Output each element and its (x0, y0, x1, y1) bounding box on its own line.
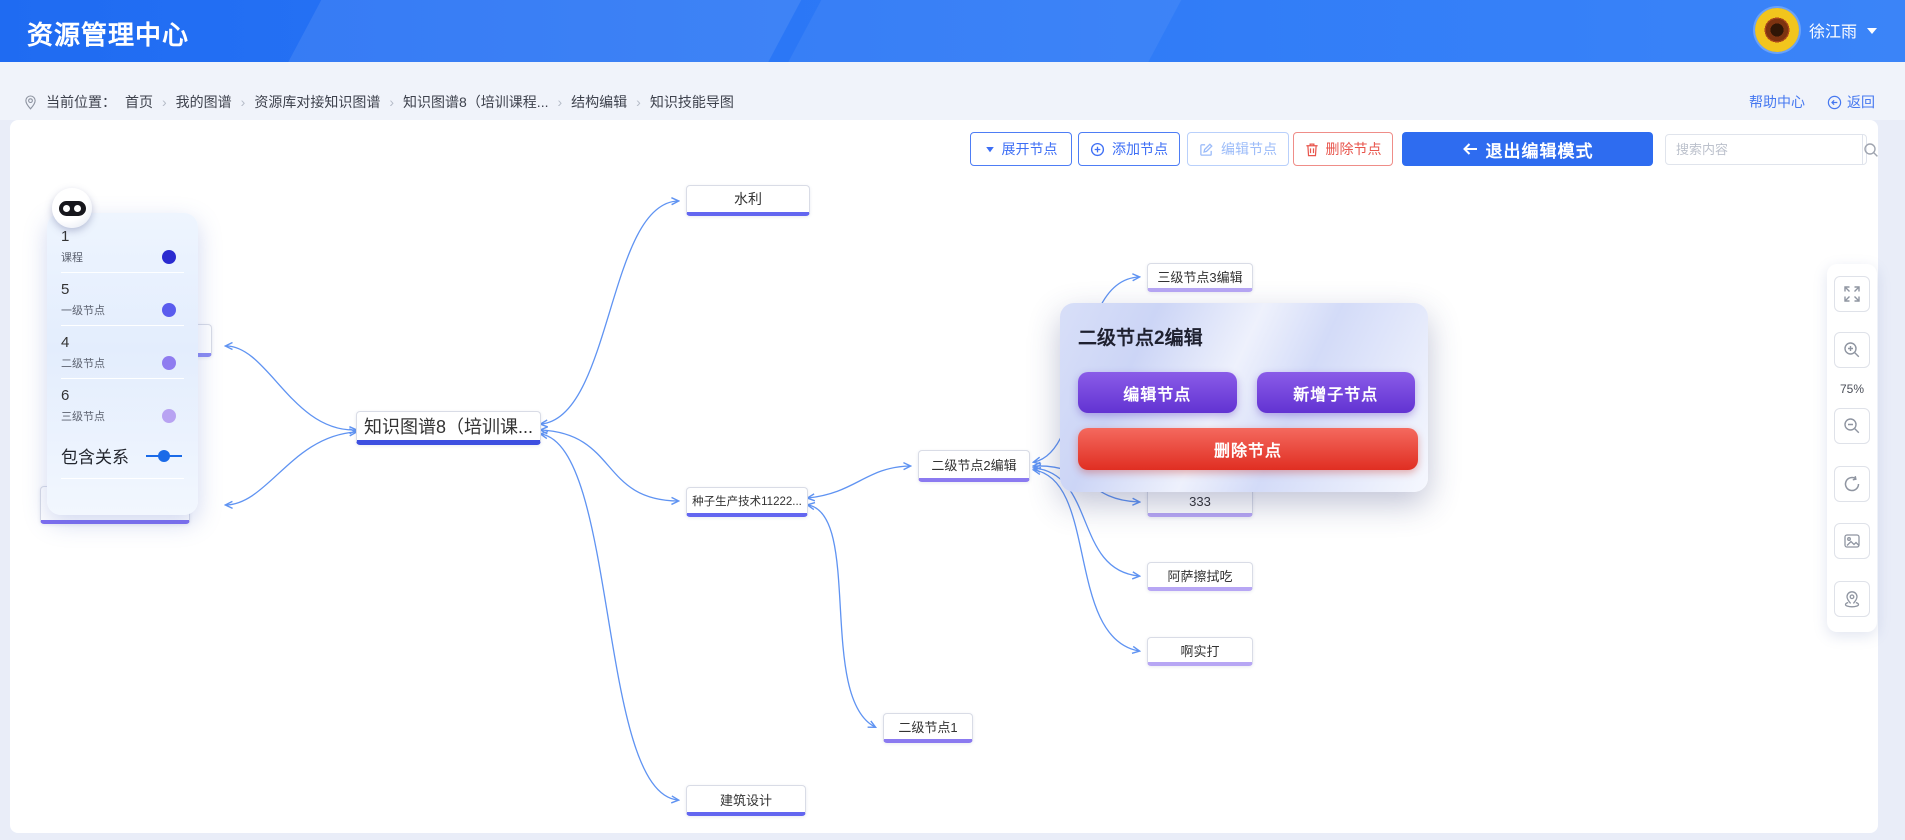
delete-node-label: 删除节点 (1326, 139, 1382, 159)
mindmap-node-asa[interactable]: 阿萨擦拭吃 (1147, 562, 1253, 591)
legend-dot (162, 409, 176, 423)
user-menu[interactable]: 徐江雨 (1755, 8, 1877, 52)
legend-relation-row: 包含关系 (61, 443, 184, 479)
breadcrumb-prefix: 当前位置： (46, 92, 116, 112)
canvas-controls-panel: 75% (1827, 264, 1877, 632)
add-node-label: 添加节点 (1112, 139, 1168, 159)
exit-edit-mode-button[interactable]: 退出编辑模式 (1402, 132, 1653, 166)
zoom-out-button[interactable] (1834, 408, 1870, 444)
legend-dot (162, 250, 176, 264)
legend-label: 三级节点 (61, 408, 105, 424)
mindmap-node-shuili[interactable]: 水利 (686, 185, 810, 216)
arrow-left-icon (1462, 142, 1479, 156)
breadcrumb-separator: › (636, 94, 641, 110)
zoom-out-icon (1843, 417, 1861, 435)
mindmap-node-level2-2[interactable]: 二级节点2编辑 (918, 450, 1030, 482)
legend-relation-label: 包含关系 (61, 443, 129, 468)
zoom-in-button[interactable] (1834, 332, 1870, 368)
search-icon (1863, 142, 1879, 158)
reset-view-button[interactable] (1834, 466, 1870, 502)
help-center-label: 帮助中心 (1749, 92, 1805, 112)
breadcrumb-item-home[interactable]: 首页 (125, 92, 153, 112)
legend-panel: 1 课程 5 一级节点 4 二级节点 6 三级节点 (47, 213, 198, 515)
app-header: 资源管理中心 徐江雨 (0, 0, 1905, 62)
zoom-in-icon (1843, 341, 1861, 359)
breadcrumb-item-structure-edit[interactable]: 结构编辑 (571, 92, 627, 112)
mindmap-node-root[interactable]: 知识图谱8（培训课... (356, 411, 541, 445)
popup-add-child-button[interactable]: 新增子节点 (1257, 372, 1416, 413)
breadcrumb-actions: 帮助中心 返回 (1749, 92, 1875, 112)
page: 资源管理中心 徐江雨 当前位置： 首页 › 我的图谱 › 资源库对接知识图谱 ›… (0, 0, 1905, 840)
fullscreen-icon (1843, 285, 1861, 303)
edit-node-button[interactable]: 编辑节点 (1187, 132, 1289, 166)
user-name: 徐江雨 (1809, 18, 1857, 42)
mindmap-node-ashida[interactable]: 啊实打 (1147, 637, 1253, 666)
legend-row-level3: 6 三级节点 (61, 386, 184, 431)
locate-button[interactable] (1834, 581, 1870, 617)
refresh-icon (1843, 475, 1861, 493)
legend-row-course: 1 课程 (61, 227, 184, 273)
mindmap-node-333[interactable]: 333 (1147, 488, 1253, 517)
legend-label: 二级节点 (61, 355, 105, 371)
back-label: 返回 (1847, 92, 1875, 112)
edit-pencil-icon (1199, 142, 1214, 157)
mindmap-node-level2-1[interactable]: 二级节点1 (883, 713, 973, 743)
location-pin-icon (1843, 590, 1861, 608)
avatar[interactable] (1755, 8, 1799, 52)
chevron-down-icon (1867, 28, 1877, 34)
breadcrumb-bar: 当前位置： 首页 › 我的图谱 › 资源库对接知识图谱 › 知识图谱8（培训课程… (0, 62, 1905, 120)
legend-dot (162, 356, 176, 370)
breadcrumb-separator: › (241, 94, 246, 110)
delete-node-button[interactable]: 删除节点 (1293, 132, 1393, 166)
node-context-popup: 二级节点2编辑 编辑节点 新增子节点 删除节点 (1060, 303, 1428, 492)
back-circle-arrow-icon (1827, 95, 1842, 110)
breadcrumb-separator: › (389, 94, 394, 110)
mindmap-node-zhongzi[interactable]: 种子生产技术11222... (686, 487, 808, 517)
export-image-button[interactable] (1834, 523, 1870, 559)
legend-row-level1: 5 一级节点 (61, 280, 184, 326)
trash-icon (1305, 142, 1319, 157)
breadcrumb-separator: › (557, 94, 562, 110)
legend-count: 6 (61, 386, 184, 405)
popup-edit-node-button[interactable]: 编辑节点 (1078, 372, 1237, 413)
legend-row-level2: 4 二级节点 (61, 333, 184, 379)
breadcrumb-item-my-graphs[interactable]: 我的图谱 (176, 92, 232, 112)
header-decor-stripe (268, 0, 812, 62)
breadcrumb-item-skill-map[interactable]: 知识技能导图 (650, 92, 734, 112)
expand-node-label: 展开节点 (1002, 139, 1058, 159)
expand-node-button[interactable]: 展开节点 (970, 132, 1072, 166)
help-center-link[interactable]: 帮助中心 (1749, 92, 1805, 112)
edit-node-label: 编辑节点 (1221, 139, 1277, 159)
fullscreen-button[interactable] (1834, 276, 1870, 312)
legend-label: 课程 (61, 249, 83, 265)
relation-line-icon (146, 450, 182, 462)
back-link[interactable]: 返回 (1827, 92, 1875, 112)
zoom-level: 75% (1827, 382, 1877, 396)
breadcrumb-separator: › (162, 94, 167, 110)
mindmap-node-level3-3[interactable]: 三级节点3编辑 (1147, 263, 1253, 292)
app-title: 资源管理中心 (27, 15, 189, 52)
breadcrumb: 当前位置： 首页 › 我的图谱 › 资源库对接知识图谱 › 知识图谱8（培训课程… (24, 92, 734, 112)
legend-count: 5 (61, 280, 184, 299)
popup-delete-node-button[interactable]: 删除节点 (1078, 428, 1418, 470)
circle-plus-icon (1090, 142, 1105, 157)
header-decor-stripe (768, 0, 1192, 62)
breadcrumb-item-graph8[interactable]: 知识图谱8（培训课程... (403, 92, 548, 112)
exit-edit-mode-label: 退出编辑模式 (1486, 137, 1594, 162)
search-input[interactable] (1666, 142, 1862, 157)
image-icon (1843, 532, 1861, 550)
legend-count: 1 (61, 227, 184, 246)
legend-count: 4 (61, 333, 184, 352)
legend-dot (162, 303, 176, 317)
caret-down-icon (985, 145, 995, 154)
search-box (1665, 134, 1867, 165)
add-node-button[interactable]: 添加节点 (1078, 132, 1180, 166)
mindmap-node-jianzhu[interactable]: 建筑设计 (686, 785, 806, 816)
location-icon (24, 95, 37, 110)
legend-label: 一级节点 (61, 302, 105, 318)
search-button[interactable] (1862, 135, 1879, 164)
breadcrumb-item-repo[interactable]: 资源库对接知识图谱 (254, 92, 380, 112)
popup-title: 二级节点2编辑 (1078, 323, 1415, 350)
assistant-robot-icon[interactable] (52, 188, 92, 228)
